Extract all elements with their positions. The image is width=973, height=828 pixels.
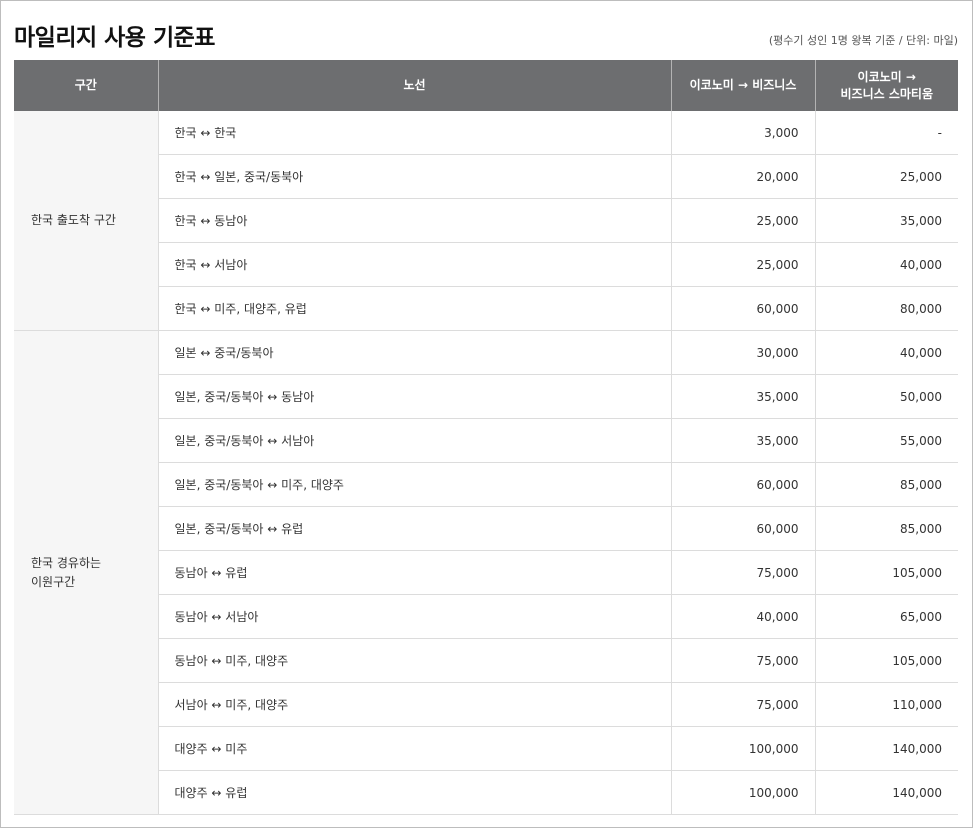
- route-cell: 한국 ↔ 서남아: [158, 242, 672, 287]
- business-miles-cell: 35,000: [671, 418, 816, 463]
- business-miles-cell: 25,000: [671, 198, 816, 243]
- route-cell: 서남아 ↔ 미주, 대양주: [158, 682, 672, 727]
- business-miles-cell: 35,000: [671, 374, 816, 419]
- smartium-miles-cell: 85,000: [815, 462, 958, 507]
- page-title: 마일리지 사용 기준표: [14, 25, 215, 51]
- business-miles-cell: 60,000: [671, 286, 816, 331]
- smartium-miles-cell: 65,000: [815, 594, 958, 639]
- business-miles-cell: 75,000: [671, 550, 816, 595]
- business-miles-cell: 100,000: [671, 726, 816, 771]
- smartium-miles-cell: 80,000: [815, 286, 958, 331]
- business-miles-cell: 40,000: [671, 594, 816, 639]
- route-cell: 일본, 중국/동북아 ↔ 서남아: [158, 418, 672, 463]
- business-miles-cell: 60,000: [671, 506, 816, 551]
- route-cell: 한국 ↔ 미주, 대양주, 유럽: [158, 286, 672, 331]
- unit-note: (평수기 성인 1명 왕복 기준 / 단위: 마일): [768, 34, 958, 47]
- smartium-miles-cell: -: [815, 111, 958, 155]
- smartium-miles-cell: 55,000: [815, 418, 958, 463]
- business-miles-cell: 60,000: [671, 462, 816, 507]
- route-cell: 대양주 ↔ 유럽: [158, 770, 672, 815]
- route-cell: 한국 ↔ 동남아: [158, 198, 672, 243]
- smartium-miles-cell: 140,000: [815, 770, 958, 815]
- business-miles-cell: 20,000: [671, 154, 816, 199]
- business-miles-cell: 100,000: [671, 770, 816, 815]
- route-cell: 한국 ↔ 일본, 중국/동북아: [158, 154, 672, 199]
- page-frame: 마일리지 사용 기준표 (평수기 성인 1명 왕복 기준 / 단위: 마일) 구…: [0, 0, 973, 828]
- smartium-miles-cell: 85,000: [815, 506, 958, 551]
- table-body: 한국 출도착 구간 한국 ↔ 한국 3,000- 한국 ↔ 일본, 중국/동북아 20,…: [14, 111, 958, 815]
- route-cell: 일본 ↔ 중국/동북아: [158, 330, 672, 375]
- smartium-miles-cell: 25,000: [815, 154, 958, 199]
- business-miles-cell: 30,000: [671, 330, 816, 375]
- segment-cell: 한국 출도착 구간: [14, 111, 159, 331]
- mileage-table: 구간 노선 이코노미 → 비즈니스 이코노미 → 비즈니스 스마티움 한국 출도…: [14, 60, 958, 815]
- smartium-miles-cell: 140,000: [815, 726, 958, 771]
- route-cell: 동남아 ↔ 미주, 대양주: [158, 638, 672, 683]
- header-segment: 구간: [14, 60, 159, 111]
- smartium-miles-cell: 105,000: [815, 638, 958, 683]
- route-cell: 일본, 중국/동북아 ↔ 미주, 대양주: [158, 462, 672, 507]
- business-miles-cell: 3,000: [671, 111, 816, 155]
- header-route: 노선: [158, 60, 672, 111]
- route-cell: 동남아 ↔ 유럽: [158, 550, 672, 595]
- smartium-miles-cell: 40,000: [815, 242, 958, 287]
- route-cell: 일본, 중국/동북아 ↔ 유럽: [158, 506, 672, 551]
- route-cell: 한국 ↔ 한국: [158, 111, 672, 155]
- route-cell: 대양주 ↔ 미주: [158, 726, 672, 771]
- smartium-miles-cell: 105,000: [815, 550, 958, 595]
- business-miles-cell: 75,000: [671, 638, 816, 683]
- business-miles-cell: 25,000: [671, 242, 816, 287]
- route-cell: 일본, 중국/동북아 ↔ 동남아: [158, 374, 672, 419]
- smartium-miles-cell: 110,000: [815, 682, 958, 727]
- header-smartium: 이코노미 → 비즈니스 스마티움: [815, 60, 958, 111]
- header-business: 이코노미 → 비즈니스: [671, 60, 816, 111]
- smartium-miles-cell: 40,000: [815, 330, 958, 375]
- segment-cell: 한국 경유하는 이원구간: [14, 330, 159, 815]
- table-row: 한국 출도착 구간 한국 ↔ 한국 3,000-: [14, 111, 958, 331]
- smartium-miles-cell: 50,000: [815, 374, 958, 419]
- table-row: 한국 경유하는 이원구간 일본 ↔ 중국/동북아 30,000 40,000: [14, 330, 958, 815]
- table-header-row: 구간 노선 이코노미 → 비즈니스 이코노미 → 비즈니스 스마티움: [14, 60, 958, 111]
- smartium-miles-cell: 35,000: [815, 198, 958, 243]
- route-cell: 동남아 ↔ 서남아: [158, 594, 672, 639]
- business-miles-cell: 75,000: [671, 682, 816, 727]
